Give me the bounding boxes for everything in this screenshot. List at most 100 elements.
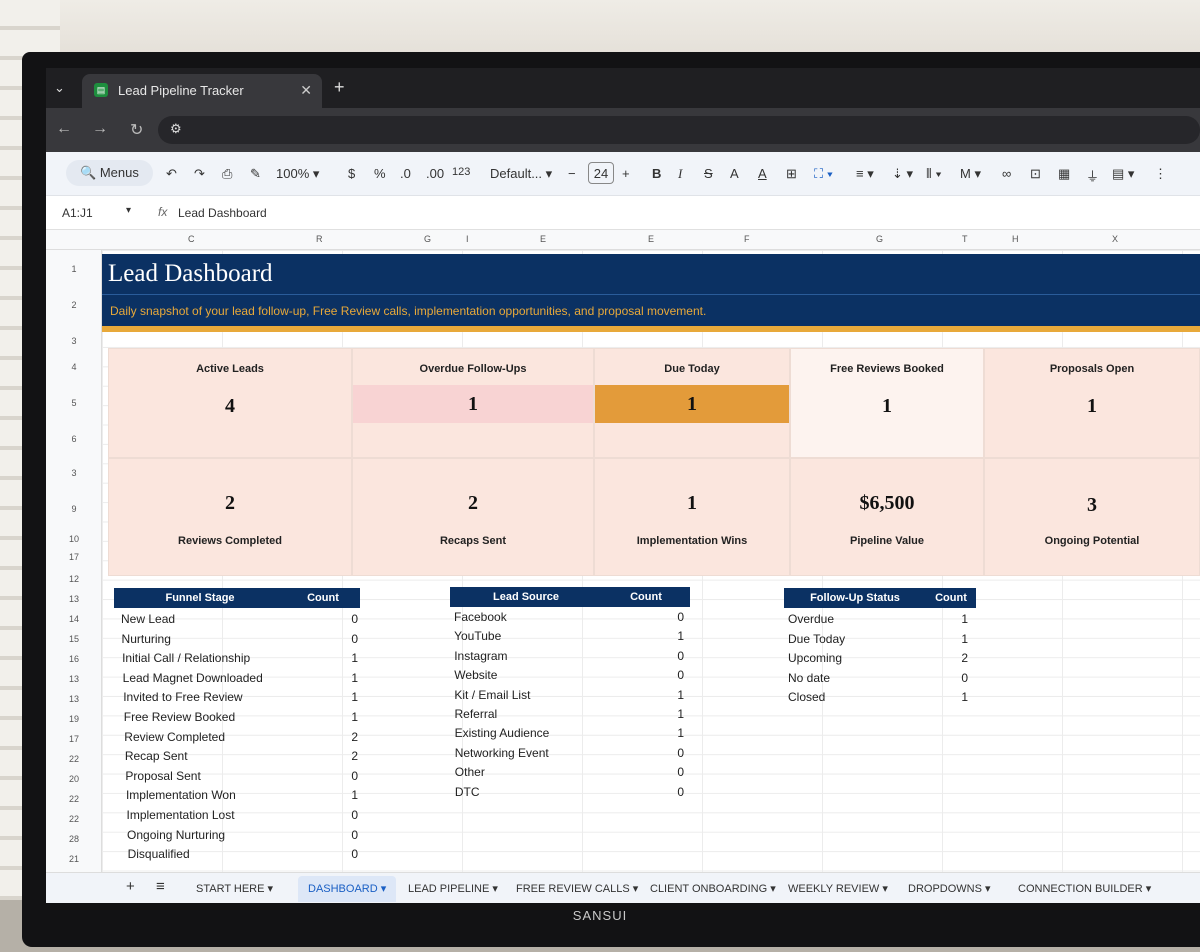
font-size-input[interactable]: 24 xyxy=(588,162,614,184)
reload-icon[interactable]: ↻ xyxy=(130,120,143,140)
row-header[interactable]: 1 xyxy=(46,264,102,274)
table-row-label[interactable]: Lead Magnet Downloaded xyxy=(123,671,263,685)
table-row-count[interactable]: 1 xyxy=(286,788,358,802)
table-row-count[interactable]: 0 xyxy=(602,746,684,760)
column-header[interactable]: T xyxy=(962,234,968,244)
back-icon[interactable]: ← xyxy=(56,120,72,138)
table-row-label[interactable]: DTC xyxy=(455,785,480,799)
table-row-count[interactable]: 0 xyxy=(286,828,358,842)
sheet-tab[interactable]: CONNECTION BUILDER ▾ xyxy=(1018,882,1151,895)
table-row-label[interactable]: Free Review Booked xyxy=(124,710,235,724)
row-header[interactable]: 22 xyxy=(46,794,102,804)
paint-format-icon[interactable]: ✎ xyxy=(250,166,261,182)
chart-icon[interactable]: ▦ xyxy=(1058,166,1070,182)
kpi-overdue-follow-ups[interactable]: Overdue Follow-Ups 1 xyxy=(352,348,594,458)
table-row-label[interactable]: Kit / Email List xyxy=(454,688,530,702)
table-row-label[interactable]: Website xyxy=(454,668,497,682)
browser-tab[interactable]: ▤ Lead Pipeline Tracker ✕ xyxy=(82,74,322,108)
table-row-label[interactable]: Referral xyxy=(455,707,498,721)
table-row-count[interactable]: 1 xyxy=(926,612,968,626)
zoom-select[interactable]: 100% ▾ xyxy=(276,166,319,182)
rotate-icon[interactable]: M ▾ xyxy=(960,166,981,182)
table-row-count[interactable]: 0 xyxy=(286,769,358,783)
column-header[interactable]: E xyxy=(648,234,654,244)
table-row-count[interactable]: 1 xyxy=(286,710,358,724)
sheet-tab-menu-icon[interactable]: ▾ xyxy=(767,883,776,895)
sheet-tab-menu-icon[interactable]: ▾ xyxy=(630,883,639,895)
row-header[interactable]: 13 xyxy=(46,674,102,684)
row-header[interactable]: 22 xyxy=(46,754,102,764)
column-header[interactable]: X xyxy=(1112,234,1118,244)
wrap-icon[interactable]: ⦀ ▾ xyxy=(926,166,942,182)
table-row-count[interactable]: 2 xyxy=(286,730,358,744)
sheet-tab-menu-icon[interactable]: ▾ xyxy=(982,883,991,895)
borders-icon[interactable]: ⊞ xyxy=(786,166,797,182)
table-row-label[interactable]: YouTube xyxy=(454,629,501,643)
table-row-label[interactable]: Existing Audience xyxy=(455,726,550,740)
column-header[interactable]: R xyxy=(316,234,323,244)
comment-icon[interactable]: ⊡ xyxy=(1030,166,1041,182)
table-row-count[interactable]: 0 xyxy=(602,785,684,799)
dashboard-subheader[interactable]: Daily snapshot of your lead follow-up, F… xyxy=(102,294,1200,326)
column-header[interactable]: F xyxy=(744,234,750,244)
table-row-label[interactable]: Initial Call / Relationship xyxy=(122,651,250,665)
sheet-tab-menu-icon[interactable]: ▾ xyxy=(378,883,387,895)
fill-color-icon[interactable]: A xyxy=(758,166,767,181)
table-row-count[interactable]: 1 xyxy=(602,629,684,643)
font-size-decrease-icon[interactable]: − xyxy=(568,166,576,181)
sheet-tab[interactable]: DROPDOWNS ▾ xyxy=(908,882,991,895)
percent-button[interactable]: % xyxy=(374,166,386,181)
increase-decimal-button[interactable]: .00 xyxy=(426,166,444,181)
table-row-count[interactable]: 1 xyxy=(286,651,358,665)
table-row-label[interactable]: Recap Sent xyxy=(125,749,188,763)
dashboard-header[interactable]: Lead Dashboard xyxy=(102,254,1200,294)
column-header[interactable]: G xyxy=(424,234,431,244)
row-header[interactable]: 4 xyxy=(46,362,102,372)
all-sheets-icon[interactable]: ≡ xyxy=(156,878,165,895)
formula-input[interactable]: Lead Dashboard xyxy=(178,206,267,220)
table-row-count[interactable]: 1 xyxy=(602,726,684,740)
number-format-button[interactable]: 123 xyxy=(452,166,470,178)
sheet-tab-menu-icon[interactable]: ▾ xyxy=(489,883,498,895)
row-header[interactable]: 22 xyxy=(46,814,102,824)
add-sheet-button[interactable]: + xyxy=(126,878,135,895)
row-header[interactable]: 5 xyxy=(46,398,102,408)
row-header[interactable]: 28 xyxy=(46,834,102,844)
strikethrough-icon[interactable]: S xyxy=(704,166,713,181)
table-row-label[interactable]: No date xyxy=(788,671,830,685)
filter-views-icon[interactable]: ▤ ▾ xyxy=(1112,166,1134,182)
table-row-count[interactable]: 1 xyxy=(286,690,358,704)
decrease-decimal-button[interactable]: .0 xyxy=(400,166,411,181)
tab-search-icon[interactable]: ⌄ xyxy=(54,80,65,96)
table-row-label[interactable]: Other xyxy=(455,765,485,779)
kpi-due-today[interactable]: Due Today 1 xyxy=(594,348,790,458)
row-header[interactable]: 14 xyxy=(46,614,102,624)
table-row-count[interactable]: 1 xyxy=(602,707,684,721)
column-header[interactable]: E xyxy=(540,234,546,244)
vertical-align-icon[interactable]: ⇣ ▾ xyxy=(892,166,913,182)
more-icon[interactable]: ⋮ xyxy=(1154,166,1167,182)
row-header[interactable]: 10 xyxy=(46,534,102,544)
text-color-button[interactable]: A xyxy=(730,166,739,181)
table-row-count[interactable]: 0 xyxy=(602,649,684,663)
row-header[interactable]: 17 xyxy=(46,734,102,744)
row-header[interactable]: 19 xyxy=(46,714,102,724)
row-header[interactable]: 12 xyxy=(46,574,102,584)
name-box[interactable]: A1:J1 xyxy=(62,206,93,220)
row-header[interactable]: 9 xyxy=(46,504,102,514)
font-select[interactable]: Default... ▾ xyxy=(490,166,552,182)
kpi-free-reviews-booked[interactable]: Free Reviews Booked 1 xyxy=(790,348,984,458)
table-row-count[interactable]: 0 xyxy=(286,632,358,646)
sheet-tab[interactable]: LEAD PIPELINE ▾ xyxy=(408,882,498,895)
table-row-count[interactable]: 1 xyxy=(926,690,968,704)
close-tab-icon[interactable]: ✕ xyxy=(300,82,312,99)
table-row-label[interactable]: Disqualified xyxy=(128,847,190,861)
row-header[interactable]: 15 xyxy=(46,634,102,644)
align-icon[interactable]: ≡ ▾ xyxy=(856,166,874,182)
table-row-label[interactable]: Closed xyxy=(788,690,825,704)
row-header[interactable]: 3 xyxy=(46,468,102,478)
sheet-tab[interactable]: START HERE ▾ xyxy=(196,882,273,895)
sheet-tab-menu-icon[interactable]: ▾ xyxy=(1143,883,1152,895)
table-row-count[interactable]: 1 xyxy=(286,671,358,685)
table-row-label[interactable]: Invited to Free Review xyxy=(123,690,242,704)
